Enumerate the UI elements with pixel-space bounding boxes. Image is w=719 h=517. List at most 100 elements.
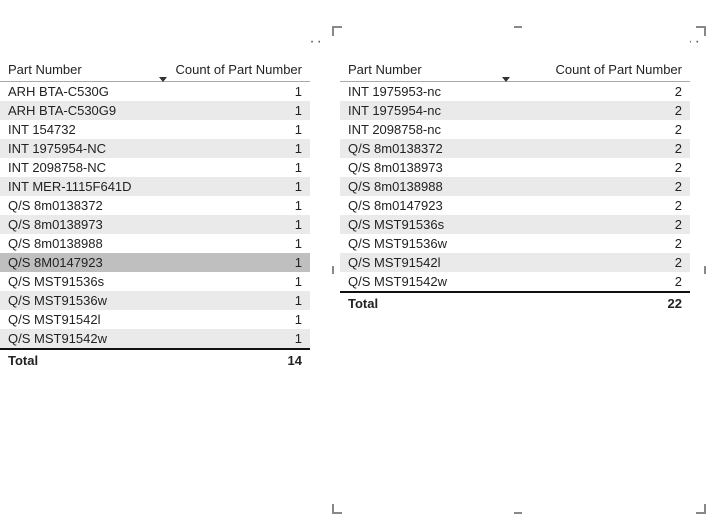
selection-handle-icon[interactable] — [696, 504, 706, 514]
table-row[interactable]: Q/S 8m01383721 — [0, 196, 310, 215]
part-number-cell: INT 154732 — [0, 120, 153, 139]
selection-handle-icon[interactable] — [514, 26, 522, 28]
table-row[interactable]: ARH BTA-C530G1 — [0, 82, 310, 102]
count-cell: 1 — [153, 101, 310, 120]
total-label: Total — [340, 292, 496, 313]
part-number-cell: ARH BTA-C530G9 — [0, 101, 153, 120]
table-row[interactable]: Q/S MST91542w2 — [340, 272, 690, 292]
table-row[interactable]: INT 2098758-nc2 — [340, 120, 690, 139]
count-cell: 1 — [153, 329, 310, 349]
table-row[interactable]: INT 1975954-NC1 — [0, 139, 310, 158]
selection-handle-icon[interactable] — [332, 266, 334, 274]
count-cell: 2 — [496, 177, 690, 196]
count-cell: 1 — [153, 82, 310, 102]
count-cell: 1 — [153, 196, 310, 215]
count-cell: 1 — [153, 291, 310, 310]
count-cell: 2 — [496, 101, 690, 120]
count-cell: 2 — [496, 82, 690, 102]
count-cell: 1 — [153, 215, 310, 234]
part-number-cell: Q/S MST91536s — [0, 272, 153, 291]
selection-handle-icon[interactable] — [704, 266, 706, 274]
table-row[interactable]: INT MER-1115F641D1 — [0, 177, 310, 196]
selection-handle-icon[interactable] — [696, 26, 706, 36]
count-cell: 2 — [496, 215, 690, 234]
table-row[interactable]: Q/S MST91536w2 — [340, 234, 690, 253]
part-number-cell: Q/S MST91536w — [340, 234, 496, 253]
part-number-cell: INT 2098758-NC — [0, 158, 153, 177]
query1-visual[interactable]: Part Number Count of Part Number ARH BTA… — [0, 28, 310, 508]
table-row[interactable]: INT 1547321 — [0, 120, 310, 139]
count-cell: 1 — [153, 139, 310, 158]
table-row[interactable]: ARH BTA-C530G91 — [0, 101, 310, 120]
query1-col-count[interactable]: Count of Part Number — [153, 56, 310, 82]
query2-table: Part Number Count of Part Number INT 197… — [340, 56, 690, 313]
table-row[interactable]: Q/S MST91536s2 — [340, 215, 690, 234]
query2-col-part[interactable]: Part Number — [340, 56, 496, 82]
sort-descending-icon — [502, 77, 510, 82]
table-row[interactable]: Q/S 8m01389731 — [0, 215, 310, 234]
selection-handle-icon[interactable] — [514, 512, 522, 514]
count-cell: 2 — [496, 120, 690, 139]
count-cell: 2 — [496, 158, 690, 177]
table-row[interactable]: Q/S 8m01389732 — [340, 158, 690, 177]
total-value: 22 — [496, 292, 690, 313]
query2-visual[interactable]: Part Number Count of Part Number INT 197… — [340, 28, 690, 508]
count-cell: 1 — [153, 234, 310, 253]
part-number-cell: INT 1975953-nc — [340, 82, 496, 102]
part-number-cell: INT 1975954-NC — [0, 139, 153, 158]
table-row[interactable]: INT 1975954-nc2 — [340, 101, 690, 120]
table-row[interactable]: Q/S 8m01389882 — [340, 177, 690, 196]
table-row[interactable]: INT 2098758-NC1 — [0, 158, 310, 177]
part-number-cell: INT 2098758-nc — [340, 120, 496, 139]
count-cell: 1 — [153, 310, 310, 329]
count-cell: 2 — [496, 196, 690, 215]
table-row[interactable]: Q/S 8M01479231 — [0, 253, 310, 272]
table-row[interactable]: Q/S 8m01479232 — [340, 196, 690, 215]
part-number-cell: Q/S MST91542w — [0, 329, 153, 349]
part-number-cell: Q/S 8m0138988 — [340, 177, 496, 196]
selection-handle-icon[interactable] — [332, 26, 342, 36]
table-row[interactable]: Q/S 8m01389881 — [0, 234, 310, 253]
part-number-cell: Q/S 8m0138372 — [340, 139, 496, 158]
part-number-cell: INT MER-1115F641D — [0, 177, 153, 196]
sort-descending-icon — [159, 77, 167, 82]
query2-col-count[interactable]: Count of Part Number — [496, 56, 690, 82]
part-number-cell: Q/S MST91536s — [340, 215, 496, 234]
part-number-cell: Q/S 8M0147923 — [0, 253, 153, 272]
table-row[interactable]: Q/S MST91542l2 — [340, 253, 690, 272]
part-number-cell: Q/S 8m0138372 — [0, 196, 153, 215]
total-value: 14 — [153, 349, 310, 370]
table-row[interactable]: Q/S MST91536w1 — [0, 291, 310, 310]
part-number-cell: Q/S MST91536w — [0, 291, 153, 310]
count-cell: 2 — [496, 272, 690, 292]
query1-total-row: Total 14 — [0, 349, 310, 370]
col-count-label: Count of Part Number — [176, 62, 302, 77]
count-cell: 1 — [153, 253, 310, 272]
total-label: Total — [0, 349, 153, 370]
query2-total-row: Total 22 — [340, 292, 690, 313]
table-row[interactable]: Q/S MST91542l1 — [0, 310, 310, 329]
query1-table: Part Number Count of Part Number ARH BTA… — [0, 56, 310, 370]
table-row[interactable]: INT 1975953-nc2 — [340, 82, 690, 102]
part-number-cell: ARH BTA-C530G — [0, 82, 153, 102]
table-row[interactable]: Q/S MST91536s1 — [0, 272, 310, 291]
col-count-label: Count of Part Number — [556, 62, 682, 77]
part-number-cell: Q/S MST91542l — [0, 310, 153, 329]
count-cell: 2 — [496, 234, 690, 253]
part-number-cell: Q/S MST91542l — [340, 253, 496, 272]
count-cell: 2 — [496, 253, 690, 272]
selection-handle-icon[interactable] — [332, 504, 342, 514]
count-cell: 2 — [496, 139, 690, 158]
part-number-cell: Q/S 8m0138988 — [0, 234, 153, 253]
count-cell: 1 — [153, 158, 310, 177]
table-row[interactable]: Q/S 8m01383722 — [340, 139, 690, 158]
count-cell: 1 — [153, 177, 310, 196]
part-number-cell: Q/S 8m0147923 — [340, 196, 496, 215]
table-row[interactable]: Q/S MST91542w1 — [0, 329, 310, 349]
part-number-cell: Q/S 8m0138973 — [340, 158, 496, 177]
part-number-cell: INT 1975954-nc — [340, 101, 496, 120]
part-number-cell: Q/S MST91542w — [340, 272, 496, 292]
query1-col-part[interactable]: Part Number — [0, 56, 153, 82]
part-number-cell: Q/S 8m0138973 — [0, 215, 153, 234]
count-cell: 1 — [153, 120, 310, 139]
